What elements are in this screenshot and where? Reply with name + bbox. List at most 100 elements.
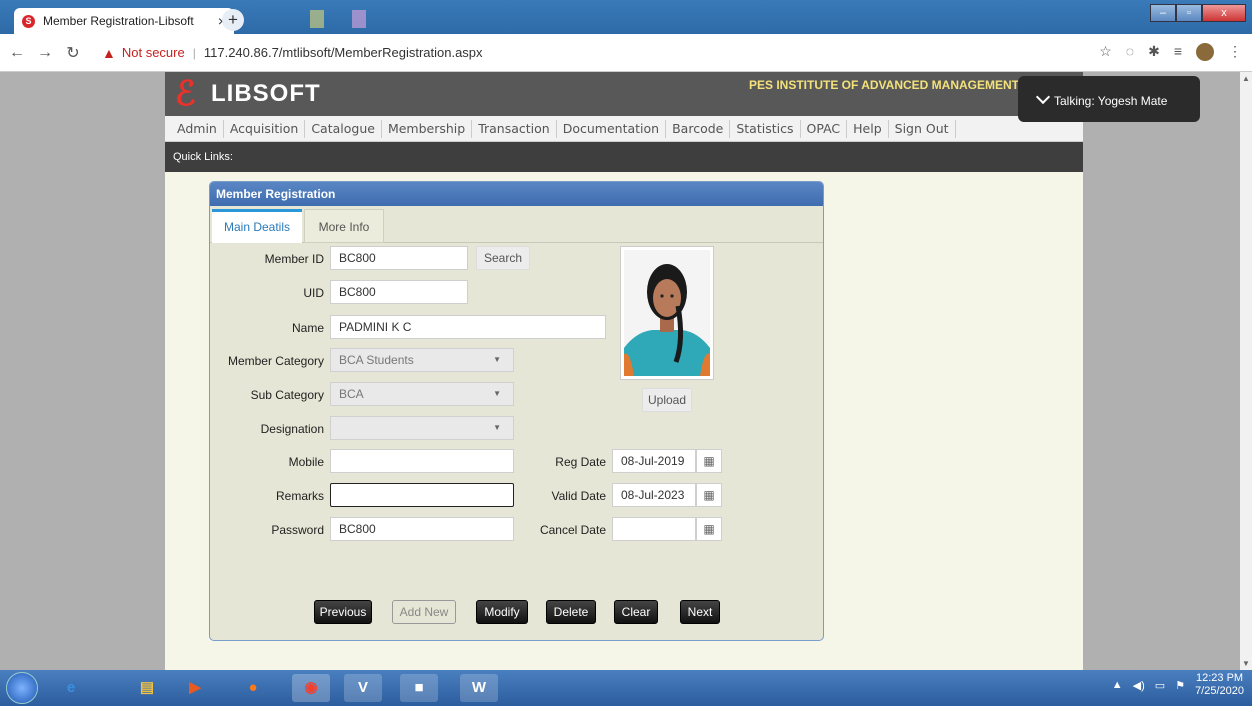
scroll-up-icon[interactable]: ▲ [1242, 74, 1250, 83]
reading-list-icon[interactable]: ≡ [1174, 43, 1182, 61]
menu-sign-out[interactable]: Sign Out [889, 119, 956, 138]
calendar-icon[interactable]: ▦ [696, 483, 722, 507]
maximize-button[interactable]: ▫ [1176, 4, 1202, 22]
tab-more-info[interactable]: More Info [304, 209, 384, 243]
clock-time: 12:23 PM [1195, 672, 1244, 684]
extensions-puzzle-icon[interactable]: ✱ [1148, 43, 1160, 61]
chevron-down-icon [1035, 89, 1051, 105]
valid-date-input[interactable] [612, 483, 696, 507]
firefox-icon[interactable]: ● [234, 674, 272, 702]
menu-kebab-icon[interactable]: ⋮ [1228, 43, 1242, 61]
not-secure-label[interactable]: Not secure [122, 45, 185, 60]
libsoft-logo[interactable]: ℰ LIBSOFT [175, 76, 321, 112]
menu-statistics[interactable]: Statistics [730, 119, 801, 138]
background-tab-icon[interactable] [310, 10, 324, 28]
word-icon[interactable]: W [460, 674, 498, 702]
menu-acquisition[interactable]: Acquisition [224, 119, 306, 138]
browser-tab[interactable]: S Member Registration-Libsoft × [14, 8, 234, 34]
remarks-label: Remarks [275, 489, 324, 503]
forward-arrow-icon[interactable]: → [34, 44, 56, 62]
panel-title: Member Registration [210, 182, 823, 206]
calendar-icon[interactable]: ▦ [696, 517, 722, 541]
upload-button[interactable]: Upload [642, 388, 692, 412]
sub-category-select[interactable]: BCA ▼ [330, 382, 514, 406]
name-input[interactable] [330, 315, 606, 339]
vertical-scrollbar[interactable]: ▲ ▼ [1240, 72, 1252, 670]
internet-explorer-icon[interactable]: e [52, 674, 90, 702]
action-center-flag-icon[interactable]: ⚑ [1175, 679, 1185, 692]
tab-main-details[interactable]: Main Deatils [212, 209, 302, 243]
cancel-date-label: Cancel Date [539, 523, 606, 537]
name-label: Name [291, 321, 324, 335]
next-button[interactable]: Next [680, 600, 720, 624]
new-tab-button[interactable]: + [222, 9, 244, 31]
search-button[interactable]: Search [476, 246, 530, 270]
menu-admin[interactable]: Admin [171, 119, 224, 138]
clear-button[interactable]: Clear [614, 600, 658, 624]
media-player-icon[interactable]: ▶ [176, 674, 214, 702]
sub-category-label: Sub Category [250, 388, 324, 402]
valid-date-label: Valid Date [551, 489, 606, 503]
site-header: ℰ LIBSOFT PES INSTITUTE OF ADVANCED MANA… [165, 72, 1083, 116]
institution-name: PES INSTITUTE OF ADVANCED MANAGEMENT [748, 78, 1019, 92]
calendar-icon[interactable]: ▦ [696, 449, 722, 473]
quick-links-bar: Quick Links: [165, 142, 1083, 172]
extension-circle-icon[interactable]: ◌ [1126, 43, 1134, 61]
start-button[interactable] [6, 672, 38, 704]
talking-indicator[interactable]: Talking: Yogesh Mate [1018, 76, 1200, 122]
modify-button[interactable]: Modify [476, 600, 528, 624]
app-v-icon[interactable]: V [344, 674, 382, 702]
quick-links-label: Quick Links: [173, 151, 233, 163]
warning-icon[interactable]: ▲ [102, 45, 116, 61]
logo-text: LIBSOFT [211, 80, 321, 107]
zoom-icon[interactable]: ■ [400, 674, 438, 702]
reg-date-label: Reg Date [555, 455, 606, 469]
delete-button[interactable]: Delete [546, 600, 596, 624]
member-photo-image [624, 250, 710, 376]
network-icon[interactable]: ▭ [1155, 679, 1165, 692]
clock-date: 7/25/2020 [1195, 685, 1244, 697]
menu-help[interactable]: Help [847, 119, 889, 138]
volume-icon[interactable]: ◀) [1133, 679, 1145, 692]
tray-expand-icon[interactable]: ▲ [1112, 679, 1123, 691]
chrome-icon[interactable]: ◉ [292, 674, 330, 702]
menu-catalogue[interactable]: Catalogue [305, 119, 382, 138]
sub-category-value: BCA [339, 387, 364, 401]
member-id-input[interactable] [330, 246, 468, 270]
main-menu: Admin Acquisition Catalogue Membership T… [165, 116, 1083, 142]
background-tab-icon[interactable] [352, 10, 366, 28]
reload-icon[interactable]: ↻ [62, 43, 84, 63]
url-text[interactable]: 117.240.86.7/mtlibsoft/MemberRegistratio… [204, 45, 483, 60]
previous-button[interactable]: Previous [314, 600, 372, 624]
menu-membership[interactable]: Membership [382, 119, 473, 138]
uid-label: UID [303, 286, 324, 300]
scroll-down-icon[interactable]: ▼ [1242, 659, 1250, 668]
menu-transaction[interactable]: Transaction [472, 119, 557, 138]
chevron-down-icon: ▼ [493, 423, 501, 432]
member-category-select[interactable]: BCA Students ▼ [330, 348, 514, 372]
browser-toolbar-icons: ☆ ◌ ✱ ≡ ⋮ [1099, 43, 1242, 61]
bookmark-star-icon[interactable]: ☆ [1099, 43, 1112, 61]
member-registration-panel: Member Registration Main Deatils More In… [209, 181, 824, 641]
uid-input[interactable] [330, 280, 468, 304]
add-new-button[interactable]: Add New [392, 600, 456, 624]
designation-select[interactable]: ▼ [330, 416, 514, 440]
cancel-date-input[interactable] [612, 517, 696, 541]
chevron-down-icon: ▼ [493, 389, 501, 398]
menu-opac[interactable]: OPAC [801, 119, 848, 138]
clock[interactable]: 12:23 PM 7/25/2020 [1195, 672, 1244, 698]
minimize-button[interactable]: – [1150, 4, 1176, 22]
member-id-label: Member ID [264, 252, 324, 266]
windows-taskbar: e ▤ ▶ ● ◉ V ■ W ▲ ◀) ▭ ⚑ 12:23 PM 7/25/2… [0, 670, 1252, 706]
back-arrow-icon[interactable]: ← [6, 44, 28, 62]
file-explorer-icon[interactable]: ▤ [128, 674, 166, 702]
close-window-button[interactable]: x [1202, 4, 1246, 22]
reg-date-input[interactable] [612, 449, 696, 473]
panel-tabs: Main Deatils More Info [210, 207, 823, 243]
menu-barcode[interactable]: Barcode [666, 119, 731, 138]
profile-avatar-icon[interactable] [1196, 43, 1214, 61]
libsoft-favicon-icon: S [22, 14, 35, 28]
browser-tabstrip: S Member Registration-Libsoft × + – ▫ x [0, 0, 1252, 34]
address-bar: ← → ↻ ▲ Not secure | 117.240.86.7/mtlibs… [0, 34, 1252, 72]
menu-documentation[interactable]: Documentation [557, 119, 667, 138]
